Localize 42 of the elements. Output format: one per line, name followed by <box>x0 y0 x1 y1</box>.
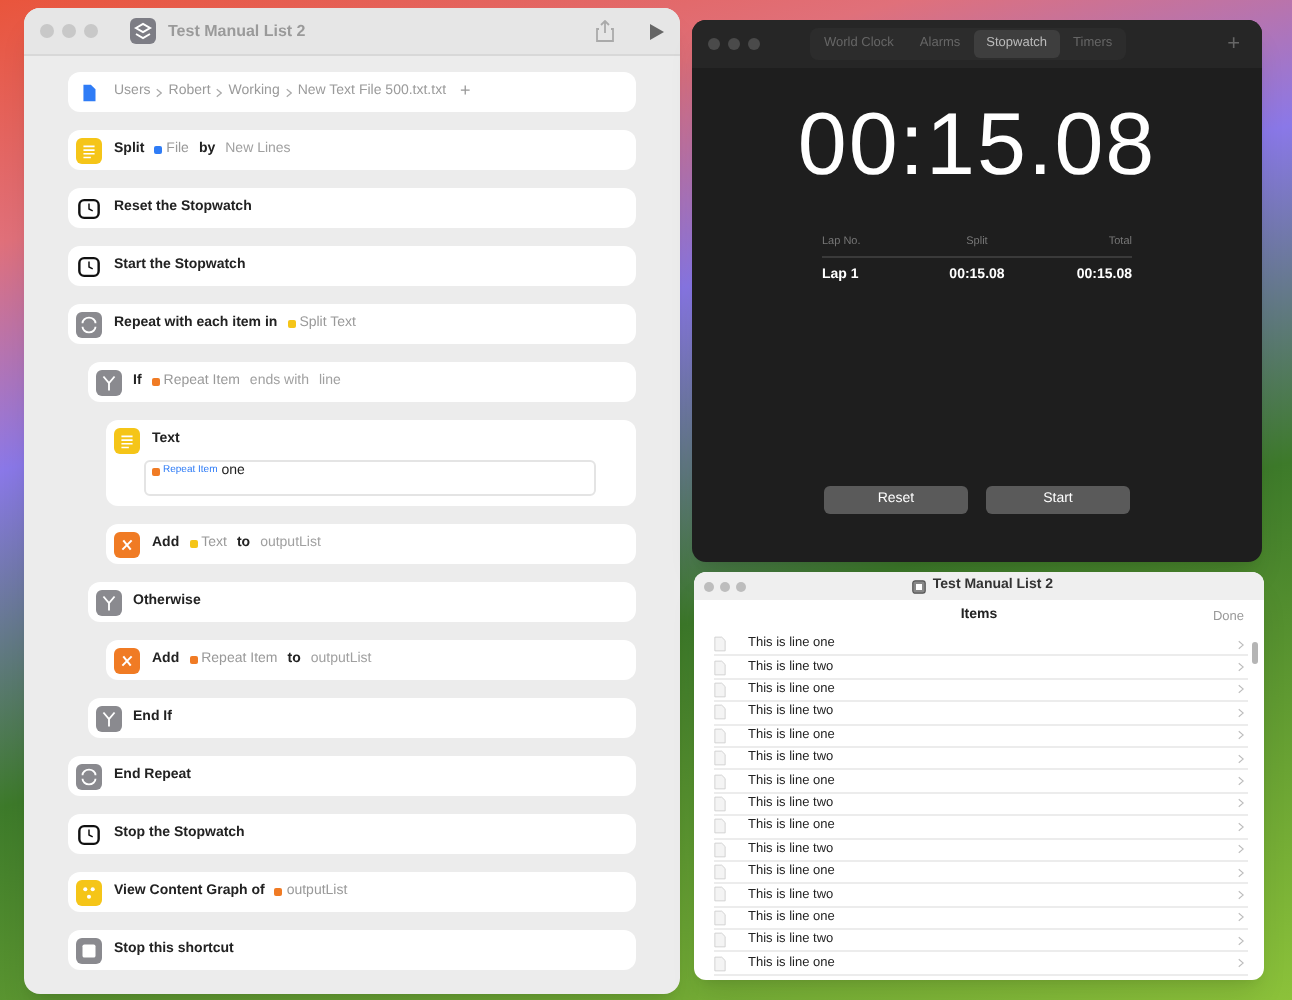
minimize-button[interactable] <box>720 581 730 591</box>
scroll-bar[interactable] <box>1252 642 1258 664</box>
minimize-button[interactable] <box>62 24 76 38</box>
chevron-icon <box>1238 639 1244 650</box>
chevron-icon <box>1238 912 1244 923</box>
stopwatch-icon <box>76 821 102 847</box>
app-icon <box>912 579 927 593</box>
chevron-icon <box>285 87 292 97</box>
close-button[interactable] <box>708 38 720 50</box>
chevron-icon <box>1238 958 1244 969</box>
play-icon[interactable] <box>650 23 664 39</box>
repeat-icon <box>76 763 102 789</box>
stopwatch-icon <box>76 253 102 279</box>
share-icon[interactable] <box>596 20 614 42</box>
stopwatch-icon <box>76 195 102 221</box>
graph-icon <box>76 879 102 905</box>
zoom-button[interactable] <box>748 38 760 50</box>
variable-icon <box>114 647 140 673</box>
chevron-icon <box>1238 730 1244 741</box>
stopwatch-time: 00:15.08 <box>795 102 1159 190</box>
window-title: Test Manual List 2 <box>168 19 306 43</box>
chevron-icon <box>216 87 223 97</box>
text-lines-icon <box>114 427 140 453</box>
minimize-button[interactable] <box>728 38 740 50</box>
text-lines-icon <box>76 137 102 163</box>
repeat-icon <box>76 311 102 337</box>
chevron-icon <box>1238 707 1244 718</box>
zoom-button[interactable] <box>736 581 746 591</box>
branch-icon <box>95 705 121 731</box>
close-button[interactable] <box>40 24 54 38</box>
close-button[interactable] <box>704 581 714 591</box>
chevron-icon <box>1238 935 1244 946</box>
chevron-icon <box>1238 844 1244 855</box>
stop-icon <box>76 937 102 963</box>
chevron-icon <box>156 87 163 97</box>
zoom-button[interactable] <box>84 24 98 38</box>
variable-icon <box>114 531 140 557</box>
branch-icon <box>95 369 121 395</box>
layers-icon <box>130 18 156 44</box>
branch-icon <box>95 589 121 615</box>
chevron-icon <box>1238 821 1244 832</box>
chevron-icon <box>1238 753 1244 764</box>
